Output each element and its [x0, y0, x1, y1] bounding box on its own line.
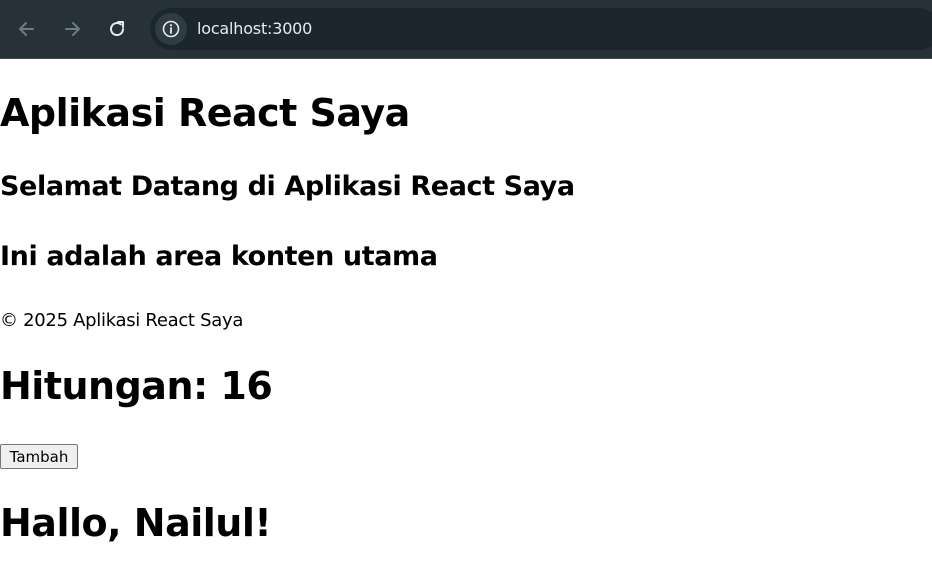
info-icon — [162, 20, 180, 38]
site-info-button[interactable] — [155, 13, 187, 45]
app-title: Aplikasi React Saya — [0, 91, 410, 135]
reload-button[interactable] — [100, 11, 134, 47]
footer-copyright: © 2025 Aplikasi React Saya — [0, 310, 244, 331]
browser-toolbar: localhost:3000 — [0, 0, 932, 59]
page-content: Aplikasi React Saya Selamat Datang di Ap… — [0, 59, 932, 562]
greeting-heading: Hallo, Nailul! — [0, 501, 272, 545]
arrow-right-icon — [65, 22, 80, 36]
add-button[interactable]: Tambah — [0, 444, 78, 469]
welcome-heading: Selamat Datang di Aplikasi React Saya — [0, 171, 575, 202]
arrow-left-icon — [19, 22, 34, 36]
main-content-heading: Ini adalah area konten utama — [0, 241, 438, 272]
forward-button[interactable] — [55, 11, 89, 47]
back-button[interactable] — [10, 11, 44, 47]
url-text[interactable]: localhost:3000 — [197, 8, 312, 50]
address-bar[interactable]: localhost:3000 — [150, 8, 932, 50]
counter-heading: Hitungan: 16 — [0, 364, 273, 408]
reload-icon — [110, 21, 125, 37]
